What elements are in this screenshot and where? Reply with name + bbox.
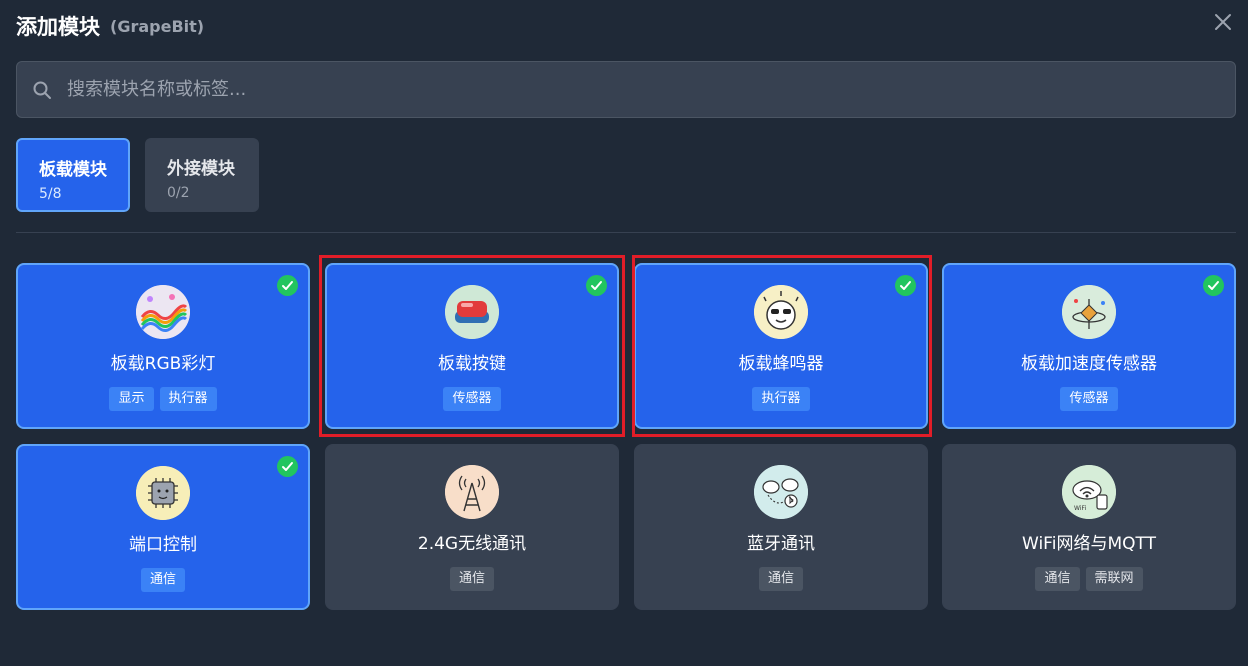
check-icon [586,275,607,296]
tag: 传感器 [443,387,501,411]
button-icon [445,285,499,339]
close-icon [1215,14,1231,30]
tab-external-modules[interactable]: 外接模块 0/2 [145,138,259,212]
bluetooth-cloud-icon [754,465,808,519]
check-icon [1203,275,1224,296]
tag: 显示 [109,387,154,411]
dialog-header: 添加模块 (GrapeBit) [16,10,204,42]
radio-tower-icon [445,465,499,519]
module-card-button[interactable]: 板载按键 传感器 [325,263,619,429]
module-card-wifi-mqtt[interactable]: WiFi WiFi网络与MQTT 通信 需联网 [942,444,1236,610]
module-name: 2.4G无线通讯 [417,534,527,554]
tab-count: 5/8 [39,186,62,202]
module-name: WiFi网络与MQTT [1022,534,1156,554]
tag: 通信 [1035,567,1080,591]
search-bar [16,61,1236,118]
search-icon [31,79,53,101]
tag: 执行器 [752,387,810,411]
tag: 需联网 [1085,567,1143,591]
module-tags: 通信 [18,568,308,592]
module-tags: 通信 [635,567,927,591]
tag: 传感器 [1060,387,1118,411]
tab-label: 板载模块 [39,160,107,180]
module-tags: 显示 执行器 [18,387,308,411]
check-icon [277,275,298,296]
module-name: 端口控制 [129,535,197,555]
tag: 通信 [449,567,494,591]
module-tags: 通信 需联网 [943,567,1235,591]
module-name: 板载蜂鸣器 [738,354,824,374]
port-chip-icon [136,466,190,520]
check-icon [277,456,298,477]
rgb-led-icon [136,285,190,339]
dialog-title: 添加模块 [16,15,100,39]
tag: 执行器 [159,387,217,411]
tab-onboard-modules[interactable]: 板载模块 5/8 [16,138,130,212]
tag: 通信 [758,567,803,591]
module-tags: 执行器 [636,387,926,411]
module-card-port-control[interactable]: 端口控制 通信 [16,444,310,610]
buzzer-icon [754,285,808,339]
module-tags: 传感器 [327,387,617,411]
module-name: 板载按键 [438,354,506,374]
search-input[interactable] [67,62,1235,117]
check-icon [895,275,916,296]
divider [16,232,1236,233]
device-name: (GrapeBit) [110,16,205,36]
tag: 通信 [140,568,185,592]
accelerometer-icon [1062,285,1116,339]
wifi-cloud-icon: WiFi [1062,465,1116,519]
module-name: 板载加速度传感器 [1021,354,1157,374]
module-tags: 传感器 [944,387,1234,411]
module-card-accelerometer[interactable]: 板载加速度传感器 传感器 [942,263,1236,429]
close-button[interactable] [1212,11,1234,33]
tab-label: 外接模块 [167,159,235,179]
module-card-rgb-led[interactable]: 板载RGB彩灯 显示 执行器 [16,263,310,429]
module-card-buzzer[interactable]: 板载蜂鸣器 执行器 [634,263,928,429]
module-name: 蓝牙通讯 [747,534,815,554]
svg-text:WiFi: WiFi [1074,505,1086,512]
module-tags: 通信 [326,567,618,591]
module-name: 板载RGB彩灯 [110,354,216,374]
module-card-24g-wireless[interactable]: 2.4G无线通讯 通信 [325,444,619,610]
module-card-bluetooth[interactable]: 蓝牙通讯 通信 [634,444,928,610]
tab-count: 0/2 [167,185,190,201]
